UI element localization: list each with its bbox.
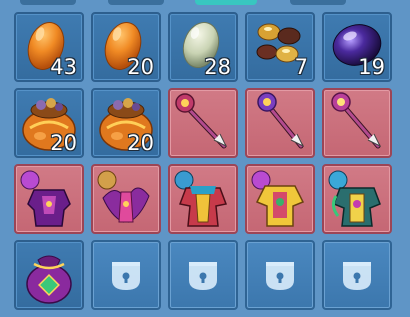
inventory-slot-15[interactable]: [322, 164, 392, 234]
inventory-grid: 43 20 28 7 19 20 20: [14, 12, 392, 310]
inventory-slot-17[interactable]: [91, 240, 161, 310]
tab-indicator-1[interactable]: [20, 0, 76, 5]
magic-staff-icon: [175, 93, 228, 149]
item-count: 7: [294, 55, 308, 79]
inventory-slot-9[interactable]: [245, 88, 315, 158]
magic-staff-icon: [331, 92, 382, 149]
item-count: 19: [358, 55, 385, 79]
inventory-slot-16[interactable]: [14, 240, 84, 310]
golden-armor-icon: [251, 170, 305, 227]
inventory-slot-2[interactable]: 20: [91, 12, 161, 82]
inventory-slot-5[interactable]: 19: [322, 12, 392, 82]
inventory-slot-8[interactable]: [168, 88, 238, 158]
inventory-slot-7[interactable]: 20: [91, 88, 161, 158]
item-count: 20: [50, 131, 77, 155]
inventory-slot-4[interactable]: 7: [245, 12, 315, 82]
inventory-slot-11[interactable]: [14, 164, 84, 234]
locked-slot-icon: [112, 262, 140, 290]
tab-indicator-4[interactable]: [290, 0, 346, 5]
item-count: 28: [204, 55, 231, 79]
dark-armor-icon: [20, 170, 71, 227]
inventory-slot-12[interactable]: [91, 164, 161, 234]
inventory-slot-10[interactable]: [322, 88, 392, 158]
inventory-slot-14[interactable]: [245, 164, 315, 234]
inventory-slot-1[interactable]: 43: [14, 12, 84, 82]
inventory-slot-19[interactable]: [245, 240, 315, 310]
item-count: 43: [50, 55, 77, 79]
tab-indicator-2[interactable]: [108, 0, 164, 5]
purple-pouch-icon: [26, 255, 72, 304]
item-count: 20: [127, 55, 154, 79]
locked-slot-icon: [266, 262, 294, 290]
tab-indicator-active[interactable]: [195, 0, 257, 5]
item-count: 20: [127, 131, 154, 155]
inventory-slot-3[interactable]: 28: [168, 12, 238, 82]
inventory-slot-18[interactable]: [168, 240, 238, 310]
locked-slot-icon: [343, 262, 371, 290]
locked-slot-icon: [189, 262, 217, 290]
inventory-slot-20[interactable]: [322, 240, 392, 310]
jeweled-robe-icon: [328, 170, 381, 227]
magic-staff-icon: [257, 92, 305, 149]
inventory-slot-13[interactable]: [168, 164, 238, 234]
top-tab-strip: [0, 0, 410, 8]
winged-armor-icon: [97, 170, 150, 223]
festive-robe-icon: [174, 170, 228, 227]
inventory-slot-6[interactable]: 20: [14, 88, 84, 158]
